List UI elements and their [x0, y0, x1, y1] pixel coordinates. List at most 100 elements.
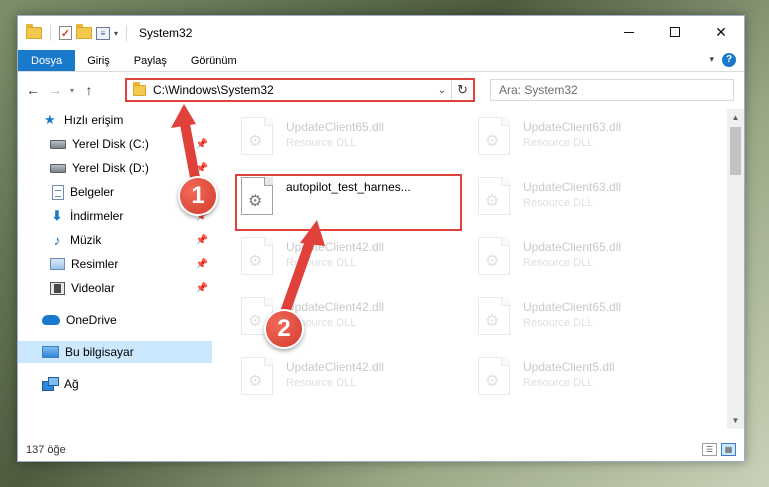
pictures-icon [50, 258, 65, 270]
nav-item-network[interactable]: Ağ [18, 373, 212, 395]
up-button[interactable]: ↑ [78, 82, 100, 98]
nav-item-videos[interactable]: Videolar 📌 [18, 277, 212, 299]
nav-item-label: OneDrive [66, 313, 117, 327]
file-item[interactable]: UpdateClient42.dll Resource DLL [241, 237, 384, 285]
tab-paylas[interactable]: Paylaş [122, 50, 179, 71]
window-title: System32 [139, 26, 193, 40]
nav-item-label: Belgeler [70, 185, 115, 199]
file-name: UpdateClient42.dll [286, 360, 385, 374]
music-icon: ♪ [53, 232, 61, 248]
nav-item-label: Yerel Disk (D:) [72, 161, 149, 175]
close-icon: ✕ [715, 23, 727, 40]
nav-item-this-pc[interactable]: Bu bilgisayar [18, 341, 212, 363]
explorer-window: ✓ ≡ ▾ System32 ✕ Dosya Giriş Paylaş Görü… [17, 15, 745, 462]
chevron-down-icon[interactable]: ▾ [114, 29, 118, 38]
forward-button[interactable]: → [44, 82, 66, 98]
file-highlight-box [235, 174, 462, 231]
pin-icon: 📌 [195, 162, 208, 174]
nav-item-label: Müzik [70, 233, 102, 247]
separator [50, 25, 51, 41]
file-name: UpdateClient65.dll [523, 300, 622, 314]
pin-icon: 📌 [195, 234, 208, 246]
pin-icon: 📌 [195, 282, 208, 294]
ribbon-tabs: Dosya Giriş Paylaş Görünüm ▾ ? [18, 50, 744, 72]
back-button[interactable]: ← [22, 82, 44, 98]
file-type: Resource DLL [286, 377, 357, 389]
search-input[interactable]: Ara: System32 [490, 79, 734, 101]
file-type: Resource DLL [523, 137, 594, 149]
tab-gorunum[interactable]: Görünüm [179, 50, 249, 71]
large-icons-view-icon[interactable]: ▦ [721, 443, 736, 456]
address-path[interactable]: C:\Windows\System32 [153, 83, 433, 97]
file-item[interactable]: UpdateClient63.dll Resource DLL [478, 117, 621, 165]
file-item[interactable]: UpdateClient65.dll Resource DLL [241, 117, 384, 165]
nav-item-music[interactable]: ♪ Müzik 📌 [18, 229, 212, 251]
refresh-icon[interactable]: ↻ [451, 80, 473, 100]
vertical-scrollbar[interactable]: ▲ ▼ [727, 109, 744, 429]
minimize-icon [624, 31, 634, 33]
title-bar: ✓ ≡ ▾ System32 ✕ [18, 16, 744, 50]
nav-item-onedrive[interactable]: OneDrive [18, 309, 212, 331]
step-2-badge: 2 [264, 309, 304, 349]
file-name: UpdateClient63.dll [523, 180, 622, 194]
dll-file-icon [478, 177, 510, 215]
dll-file-icon [478, 117, 510, 155]
navigation-pane: ★ Hızlı erişim Yerel Disk (C:) 📌 Yerel D… [18, 109, 212, 429]
pin-icon: 📌 [195, 258, 208, 270]
nav-item-quick-access[interactable]: ★ Hızlı erişim [18, 109, 212, 131]
scroll-up-icon[interactable]: ▲ [727, 109, 744, 126]
scroll-thumb[interactable] [730, 127, 741, 175]
nav-item-local-disk-c[interactable]: Yerel Disk (C:) 📌 [18, 133, 212, 155]
close-button[interactable]: ✕ [698, 16, 744, 48]
quick-access-toolbar: ✓ ≡ ▾ [26, 24, 131, 41]
onedrive-icon [42, 315, 60, 325]
tab-giris[interactable]: Giriş [75, 50, 122, 71]
file-item[interactable]: UpdateClient63.dll Resource DLL [478, 177, 621, 225]
file-list: UpdateClient65.dll Resource DLL UpdateCli… [214, 109, 728, 429]
file-item[interactable]: UpdateClient42.dll Resource DLL [241, 357, 384, 405]
file-name: UpdateClient63.dll [523, 120, 622, 134]
recent-locations-button[interactable]: ▾ [66, 86, 78, 95]
file-type: Resource DLL [523, 377, 594, 389]
folder-icon [26, 24, 42, 39]
file-item[interactable]: UpdateClient65.dll Resource DLL [478, 237, 621, 285]
view-toggle: ☰ ▦ [702, 443, 736, 456]
new-folder-icon[interactable] [76, 24, 92, 39]
nav-item-label: Videolar [71, 281, 115, 295]
properties-check-icon[interactable]: ✓ [59, 26, 72, 40]
file-type: Resource DLL [286, 257, 357, 269]
address-bar[interactable]: C:\Windows\System32 ⌄ ↻ [125, 78, 475, 102]
minimize-button[interactable] [606, 16, 652, 48]
customize-icon[interactable]: ≡ [96, 26, 110, 40]
address-history-icon[interactable]: ⌄ [433, 85, 451, 96]
caption-buttons: ✕ [606, 16, 744, 48]
step-1-badge: 1 [178, 176, 218, 216]
item-count: 137 öğe [26, 444, 66, 456]
file-type: Resource DLL [523, 197, 594, 209]
help-icon[interactable]: ? [722, 53, 736, 67]
dll-file-icon [241, 237, 273, 275]
file-name: UpdateClient42.dll [286, 300, 385, 314]
details-view-icon[interactable]: ☰ [702, 443, 717, 456]
tab-dosya[interactable]: Dosya [18, 50, 76, 71]
star-icon: ★ [44, 112, 56, 127]
dll-file-icon [478, 357, 510, 395]
nav-item-label: Bu bilgisayar [65, 345, 134, 359]
file-name: UpdateClient42.dll [286, 240, 385, 254]
expand-ribbon-icon[interactable]: ▾ [709, 54, 714, 65]
maximize-button[interactable] [652, 16, 698, 48]
downloads-icon: ⬇ [51, 208, 63, 223]
dll-file-icon [241, 357, 273, 395]
nav-item-label: Hızlı erişim [64, 113, 124, 127]
file-item[interactable]: UpdateClient65.dll Resource DLL [478, 297, 621, 345]
nav-item-pictures[interactable]: Resimler 📌 [18, 253, 212, 275]
file-item[interactable]: UpdateClient42.dllResource DLL [241, 297, 384, 345]
nav-item-label: Ağ [64, 377, 79, 391]
status-bar: 137 öğe ☰ ▦ [18, 439, 744, 461]
nav-item-local-disk-d[interactable]: Yerel Disk (D:) 📌 [18, 157, 212, 179]
scroll-down-icon[interactable]: ▼ [727, 412, 744, 429]
file-type: Resource DLL [523, 257, 594, 269]
dll-file-icon [478, 237, 510, 275]
nav-item-label: İndirmeler [70, 209, 124, 223]
file-item[interactable]: UpdateClient5.dll Resource DLL [478, 357, 614, 405]
